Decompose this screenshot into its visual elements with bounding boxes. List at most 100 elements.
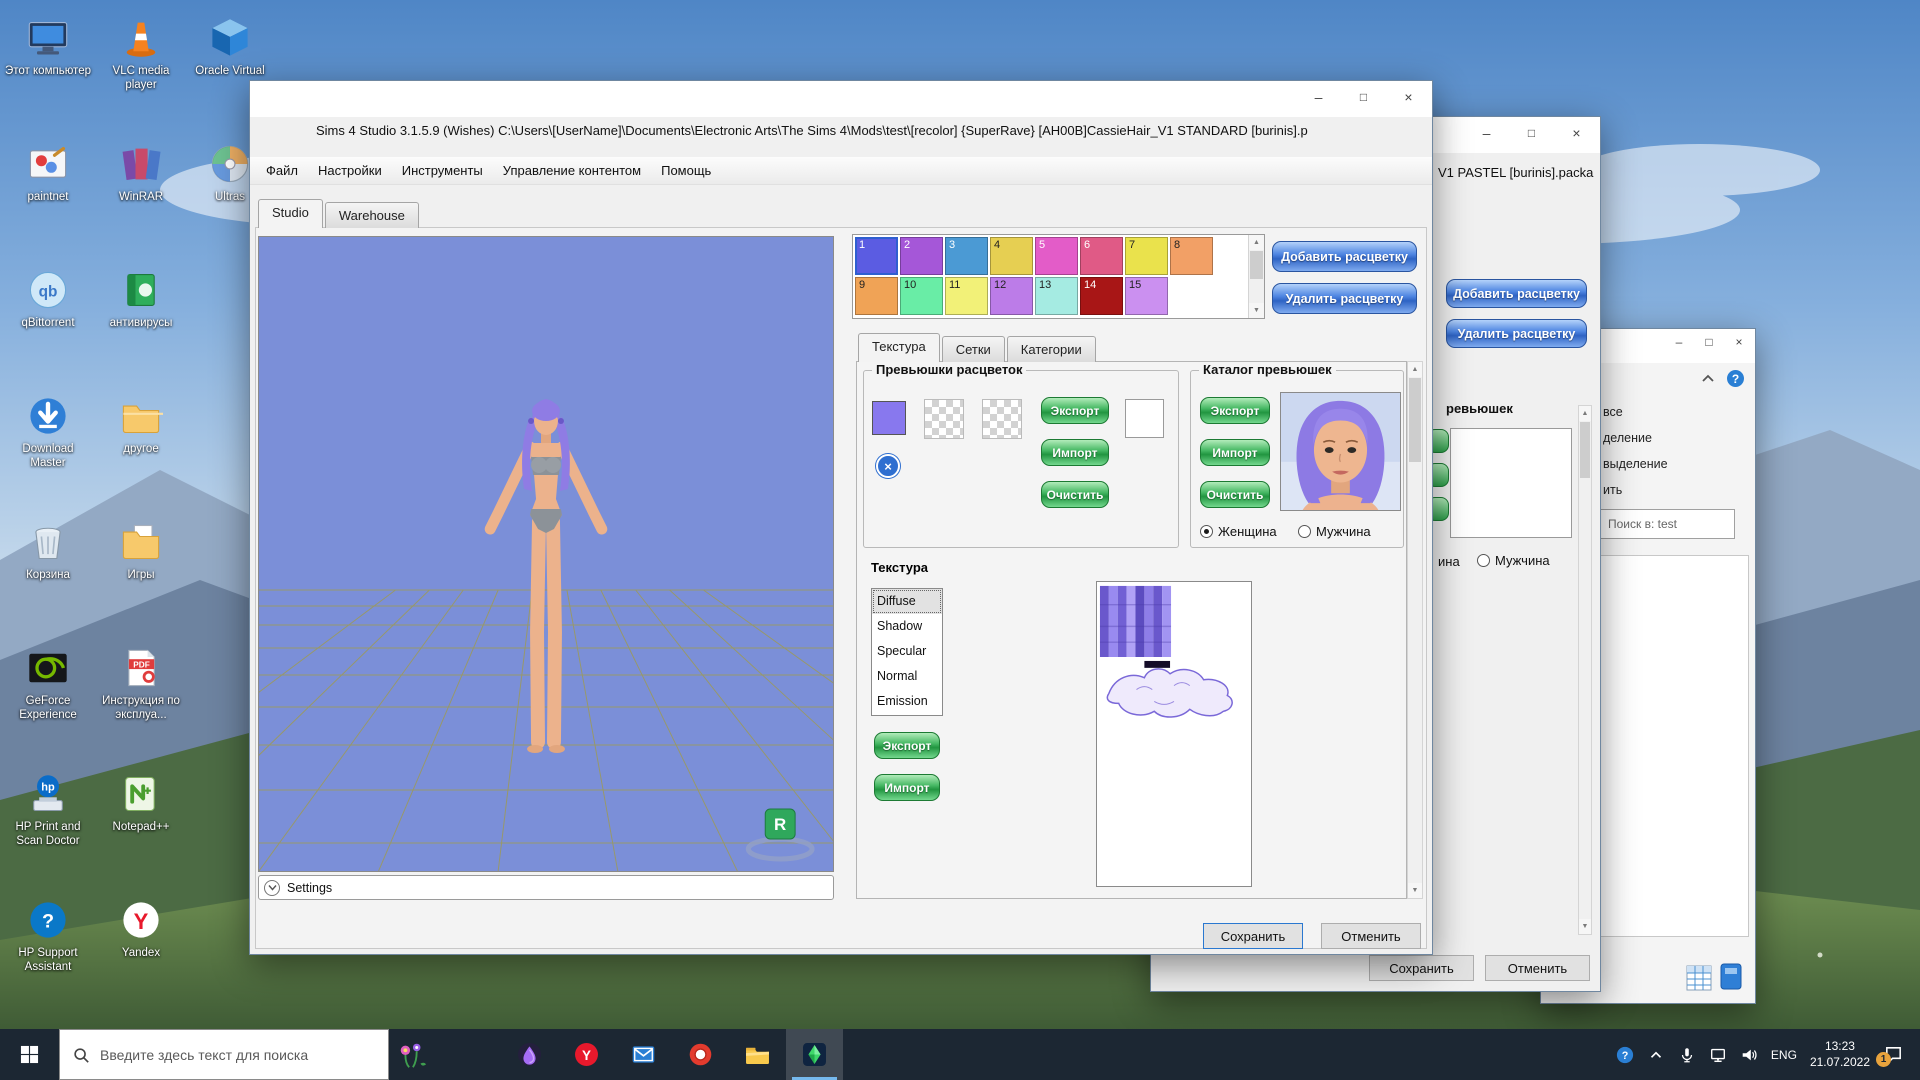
win2-female-radio-fragment[interactable]: ина bbox=[1438, 554, 1460, 569]
chevron-up-icon[interactable] bbox=[1647, 1046, 1665, 1064]
win2-minimize-button[interactable]: – bbox=[1464, 118, 1509, 147]
color-swatch-1[interactable]: 1 bbox=[855, 237, 898, 275]
win3-close-button[interactable]: × bbox=[1724, 330, 1754, 354]
win3-minimize-button[interactable]: – bbox=[1664, 330, 1694, 354]
win2-cancel-button[interactable]: Отменить bbox=[1485, 955, 1590, 981]
taskbar-app-red-circle-app[interactable] bbox=[672, 1029, 729, 1080]
remove-color-button[interactable]: Удалить расцветку bbox=[1272, 283, 1417, 314]
settings-expander[interactable]: Settings bbox=[258, 875, 834, 900]
sub-tab-1[interactable]: Сетки bbox=[941, 336, 1005, 362]
model-viewport-3d[interactable]: R bbox=[258, 236, 834, 872]
desktop-icon-notepadpp[interactable]: Notepad++ bbox=[97, 766, 185, 892]
color-swatch-7[interactable]: 7 bbox=[1125, 237, 1168, 275]
win2-remove-color-button[interactable]: Удалить расцветку bbox=[1446, 319, 1587, 348]
color-swatch-8[interactable]: 8 bbox=[1170, 237, 1213, 275]
color-swatch-12[interactable]: 12 bbox=[990, 277, 1033, 315]
scroll-up-icon[interactable]: ▲ bbox=[1249, 235, 1264, 250]
texture-item-normal[interactable]: Normal bbox=[872, 664, 942, 689]
save-button[interactable]: Сохранить bbox=[1203, 923, 1303, 949]
desktop-icon-pdf[interactable]: PDF Инструкция по эксплуа... bbox=[97, 640, 185, 766]
start-button[interactable] bbox=[0, 1029, 59, 1080]
win1-close-button[interactable]: × bbox=[1386, 82, 1431, 111]
desktop-icon-hp-print[interactable]: hp HP Print and Scan Doctor bbox=[4, 766, 92, 892]
color-swatch-9[interactable]: 9 bbox=[855, 277, 898, 315]
swatch-scrollbar[interactable]: ▲ ▼ bbox=[1248, 235, 1264, 318]
catalog-export-button[interactable]: Экспорт bbox=[1200, 397, 1270, 424]
desktop-icon-qbittorrent[interactable]: qb qBittorrent bbox=[4, 262, 92, 388]
win3-blue-tool-icon[interactable] bbox=[1719, 962, 1743, 991]
win1-titlebar[interactable] bbox=[250, 81, 1432, 117]
catalog-import-button[interactable]: Импорт bbox=[1200, 439, 1270, 466]
add-color-button[interactable]: Добавить расцветку bbox=[1272, 241, 1417, 272]
taskbar-app-mail[interactable] bbox=[615, 1029, 672, 1080]
main-tab-0[interactable]: Studio bbox=[258, 199, 323, 228]
taskbar-search[interactable]: Введите здесь текст для поиска bbox=[59, 1029, 389, 1080]
menu-item-0[interactable]: Файл bbox=[256, 157, 308, 184]
remove-preview-button[interactable]: × bbox=[876, 454, 900, 478]
scroll-thumb[interactable] bbox=[1409, 378, 1421, 462]
texture-item-diffuse[interactable]: Diffuse bbox=[872, 589, 942, 614]
desktop-icon-vlc[interactable]: VLC media player bbox=[97, 10, 185, 136]
taskbar-app-purple-drop-app[interactable] bbox=[501, 1029, 558, 1080]
win2-scrollbar[interactable]: ▲ ▼ bbox=[1578, 405, 1592, 935]
color-swatch-13[interactable]: 13 bbox=[1035, 277, 1078, 315]
win3-collapse-chevron-icon[interactable] bbox=[1701, 373, 1715, 385]
win2-save-button[interactable]: Сохранить bbox=[1369, 955, 1474, 981]
win3-item-0[interactable]: все bbox=[1603, 399, 1668, 425]
taskbar-app-file-explorer[interactable] bbox=[729, 1029, 786, 1080]
desktop-icon-paintnet[interactable]: paintnet bbox=[4, 136, 92, 262]
menu-item-2[interactable]: Инструменты bbox=[392, 157, 493, 184]
color-swatch-5[interactable]: 5 bbox=[1035, 237, 1078, 275]
menu-item-4[interactable]: Помощь bbox=[651, 157, 721, 184]
desktop-icon-yandex[interactable]: Y Yandex bbox=[97, 892, 185, 1018]
desktop-icon-geforce[interactable]: GeForce Experience bbox=[4, 640, 92, 766]
color-swatch-6[interactable]: 6 bbox=[1080, 237, 1123, 275]
reset-camera-badge[interactable]: R bbox=[764, 808, 796, 840]
taskbar-app-sims4[interactable] bbox=[786, 1029, 843, 1080]
scroll-up-icon[interactable]: ▲ bbox=[1408, 362, 1422, 377]
win3-help-icon[interactable]: ? bbox=[1727, 370, 1744, 387]
previews-import-button[interactable]: Импорт bbox=[1041, 439, 1109, 466]
win2-close-button[interactable]: × bbox=[1554, 118, 1599, 147]
news-interests-icon[interactable] bbox=[389, 1029, 435, 1080]
preview-swatch-empty-2[interactable] bbox=[982, 399, 1022, 439]
scroll-down-icon[interactable]: ▼ bbox=[1579, 919, 1591, 934]
male-radio[interactable]: Мужчина bbox=[1298, 524, 1371, 539]
desktop-icon-recycle-bin[interactable]: Корзина bbox=[4, 514, 92, 640]
scroll-thumb[interactable] bbox=[1250, 251, 1263, 279]
taskbar-app-yandex-browser[interactable]: Y bbox=[558, 1029, 615, 1080]
desktop-icon-this-pc[interactable]: Этот компьютер bbox=[4, 10, 92, 136]
female-radio[interactable]: Женщина bbox=[1200, 524, 1277, 539]
sub-tab-0[interactable]: Текстура bbox=[858, 333, 940, 362]
desktop-icon-folder[interactable]: другое bbox=[97, 388, 185, 514]
texture-import-button[interactable]: Импорт bbox=[874, 774, 940, 801]
win1-minimize-button[interactable]: – bbox=[1296, 82, 1341, 111]
win2-maximize-button[interactable]: □ bbox=[1509, 118, 1554, 147]
win2-add-color-button[interactable]: Добавить расцветку bbox=[1446, 279, 1587, 308]
previews-clear-button[interactable]: Очистить bbox=[1041, 481, 1109, 508]
scroll-down-icon[interactable]: ▼ bbox=[1408, 883, 1422, 898]
color-swatch-15[interactable]: 15 bbox=[1125, 277, 1168, 315]
texture-export-button[interactable]: Экспорт bbox=[874, 732, 940, 759]
color-swatch-2[interactable]: 2 bbox=[900, 237, 943, 275]
color-swatch-3[interactable]: 3 bbox=[945, 237, 988, 275]
win2-male-radio[interactable]: Мужчина bbox=[1477, 553, 1550, 568]
preview-swatch-white[interactable] bbox=[1125, 399, 1164, 438]
volume-icon[interactable] bbox=[1740, 1046, 1758, 1064]
action-center-icon[interactable]: 1 bbox=[1876, 1044, 1910, 1067]
scroll-thumb[interactable] bbox=[1580, 422, 1590, 478]
color-swatch-14[interactable]: 14 bbox=[1080, 277, 1123, 315]
desktop-icon-antivirus[interactable]: антивирусы bbox=[97, 262, 185, 388]
preview-swatch-purple[interactable] bbox=[872, 401, 906, 435]
win3-grid-view-icon[interactable] bbox=[1686, 965, 1712, 991]
scroll-up-icon[interactable]: ▲ bbox=[1579, 406, 1591, 421]
texture-item-emission[interactable]: Emission bbox=[872, 689, 942, 714]
previews-export-button[interactable]: Экспорт bbox=[1041, 397, 1109, 424]
cancel-button[interactable]: Отменить bbox=[1321, 923, 1421, 949]
main-tab-1[interactable]: Warehouse bbox=[324, 202, 419, 228]
taskbar-clock[interactable]: 13:23 21.07.2022 bbox=[1810, 1039, 1870, 1070]
color-swatch-10[interactable]: 10 bbox=[900, 277, 943, 315]
desktop-icon-hp-support[interactable]: ? HP Support Assistant bbox=[4, 892, 92, 1018]
win3-item-2[interactable]: выделение bbox=[1603, 451, 1668, 477]
color-swatch-4[interactable]: 4 bbox=[990, 237, 1033, 275]
